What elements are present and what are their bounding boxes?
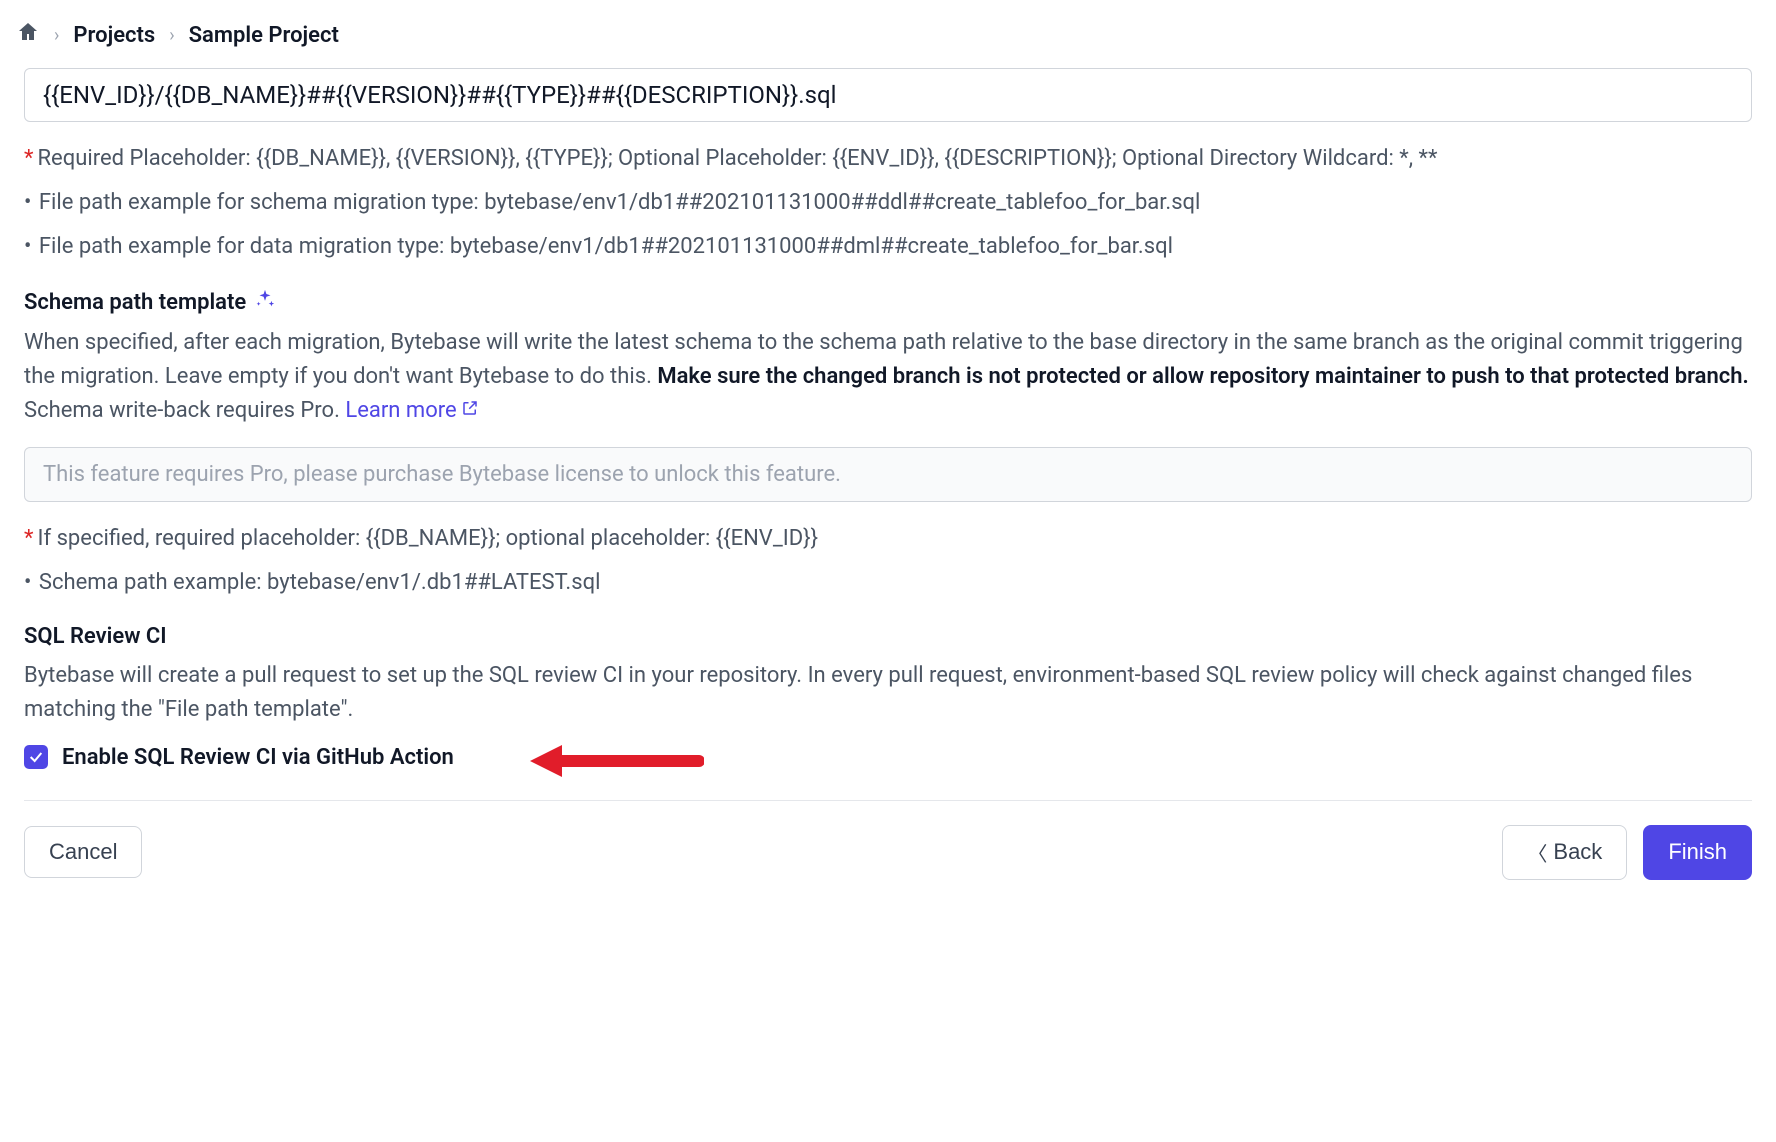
enable-sql-review-label: Enable SQL Review CI via GitHub Action (62, 745, 454, 770)
file-path-template-input[interactable]: {{ENV_ID}}/{{DB_NAME}}##{{VERSION}}##{{T… (24, 68, 1752, 122)
schema-example: Schema path example: bytebase/env1/.db1#… (24, 566, 1752, 600)
chevron-right-icon: › (169, 25, 174, 46)
file-example-data: File path example for data migration typ… (24, 230, 1752, 264)
file-path-examples: File path example for schema migration t… (24, 186, 1752, 264)
back-button[interactable]: 〈 Back (1502, 825, 1627, 880)
main-content: {{ENV_ID}}/{{DB_NAME}}##{{VERSION}}##{{T… (12, 68, 1764, 888)
arrow-annotation-icon (524, 739, 704, 787)
footer: Cancel 〈 Back Finish (24, 825, 1752, 888)
required-star-icon: * (24, 526, 33, 551)
breadcrumb-projects[interactable]: Projects (73, 23, 155, 48)
schema-desc-part2: Schema write-back requires Pro. (24, 398, 345, 423)
sql-review-title-text: SQL Review CI (24, 624, 167, 649)
breadcrumb-current[interactable]: Sample Project (189, 23, 339, 48)
required-placeholder-text: Required Placeholder: {{DB_NAME}}, {{VER… (37, 146, 1437, 171)
sql-review-description: Bytebase will create a pull request to s… (24, 659, 1752, 727)
breadcrumb: › Projects › Sample Project (12, 12, 1764, 68)
chevron-left-icon: 〈 (1527, 838, 1547, 867)
required-star-icon: * (24, 146, 33, 171)
divider (24, 800, 1752, 801)
schema-path-examples: Schema path example: bytebase/env1/.db1#… (24, 566, 1752, 600)
sparkle-icon (254, 288, 276, 316)
learn-more-link[interactable]: Learn more (345, 394, 478, 428)
schema-path-title: Schema path template (24, 288, 1752, 316)
enable-sql-review-checkbox[interactable] (24, 745, 48, 769)
cancel-button[interactable]: Cancel (24, 826, 142, 878)
sql-review-title: SQL Review CI (24, 624, 1752, 649)
home-icon[interactable] (16, 20, 40, 50)
external-link-icon (461, 394, 479, 428)
finish-button[interactable]: Finish (1643, 825, 1752, 880)
schema-path-description: When specified, after each migration, By… (24, 326, 1752, 428)
enable-sql-review-row: Enable SQL Review CI via GitHub Action (24, 745, 1752, 770)
learn-more-text: Learn more (345, 394, 456, 428)
schema-desc-bold: Make sure the changed branch is not prot… (657, 364, 1748, 389)
schema-path-title-text: Schema path template (24, 290, 246, 315)
chevron-right-icon: › (54, 25, 59, 46)
file-example-schema: File path example for schema migration t… (24, 186, 1752, 220)
back-button-label: Back (1553, 839, 1602, 865)
schema-required-text: If specified, required placeholder: {{DB… (37, 526, 818, 551)
required-placeholder-help: *Required Placeholder: {{DB_NAME}}, {{VE… (24, 142, 1752, 176)
footer-right: 〈 Back Finish (1502, 825, 1752, 880)
schema-required-help: *If specified, required placeholder: {{D… (24, 522, 1752, 556)
schema-path-input-disabled: This feature requires Pro, please purcha… (24, 447, 1752, 502)
